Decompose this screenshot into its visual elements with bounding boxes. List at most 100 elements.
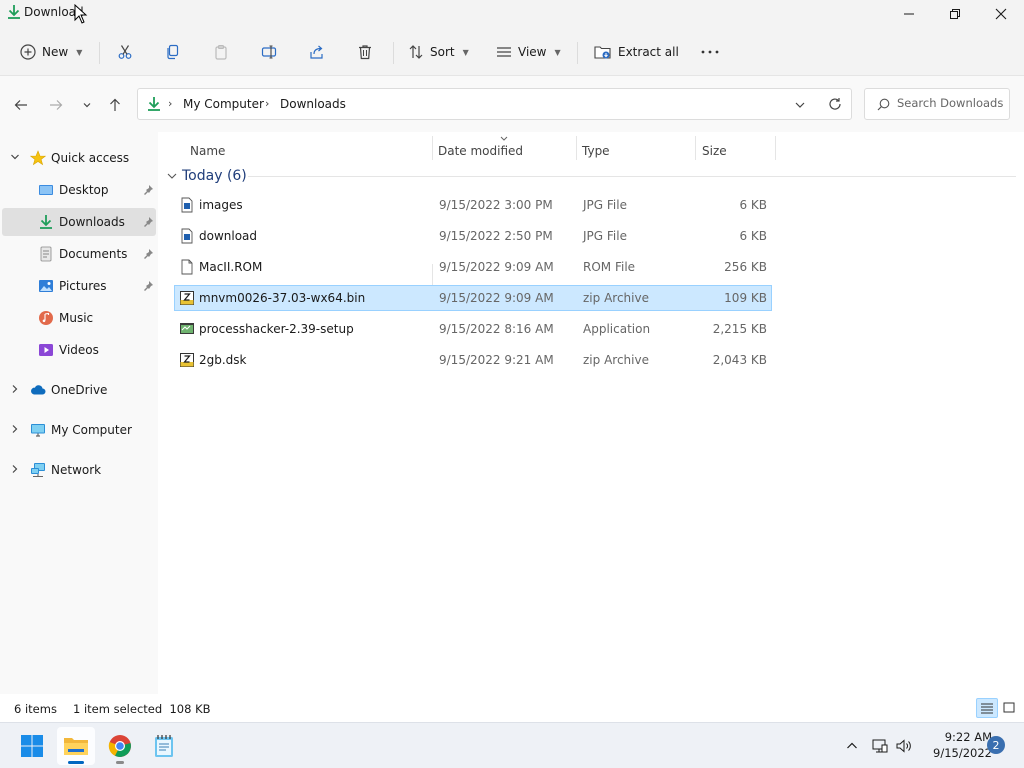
breadcrumb-downloads[interactable]: Downloads [280, 97, 346, 111]
file-date: 9/15/2022 9:09 AM [439, 291, 554, 305]
extract-all-button[interactable]: Extract all [594, 38, 679, 66]
column-header-name[interactable]: Name [190, 138, 430, 164]
sidebar-item-label: Documents [59, 247, 128, 261]
arrow-left-icon [14, 100, 27, 110]
chevron-right-icon[interactable] [10, 384, 20, 394]
file-date: 9/15/2022 3:00 PM [439, 198, 553, 212]
file-type: JPG File [583, 229, 627, 243]
pin-icon [144, 185, 153, 195]
taskbar: 9:22 AM 9/15/2022 2 [0, 722, 1024, 768]
details-view-button[interactable] [976, 698, 998, 718]
system-clock[interactable]: 9:22 AM 9/15/2022 [920, 729, 992, 761]
sort-button[interactable]: Sort ▼ [408, 38, 469, 66]
chevron-down-icon[interactable] [794, 99, 806, 111]
file-row[interactable]: MacII.ROM 9/15/2022 9:09 AM ROM File 256… [174, 254, 772, 280]
column-header-label: Name [190, 144, 226, 158]
minimize-button[interactable] [886, 0, 932, 28]
sidebar-item-documents[interactable]: Documents [2, 240, 156, 268]
file-name: mnvm0026-37.03-wx64.bin [199, 291, 366, 305]
sidebar-item-downloads[interactable]: Downloads [2, 208, 156, 236]
item-count: 6 items [14, 702, 57, 716]
sidebar-item-label: Music [59, 311, 94, 325]
clipboard-icon [215, 44, 227, 60]
search-input[interactable] [897, 96, 1007, 110]
new-button[interactable]: New ▼ [20, 38, 82, 66]
delete-button[interactable] [357, 38, 373, 66]
column-header-size[interactable]: Size [702, 138, 774, 164]
cloud-icon [31, 385, 46, 395]
group-divider [248, 176, 1016, 177]
paste-button[interactable] [213, 38, 229, 66]
file-row[interactable]: processhacker-2.39-setup 9/15/2022 8:16 … [174, 316, 772, 342]
forward-button[interactable] [45, 94, 67, 116]
file-date: 9/15/2022 2:50 PM [439, 229, 553, 243]
back-button[interactable] [10, 94, 32, 116]
start-button[interactable] [13, 727, 51, 765]
file-name: MacII.ROM [199, 260, 263, 274]
share-icon [310, 45, 323, 59]
sidebar-item-pictures[interactable]: Pictures [2, 272, 156, 300]
desktop-icon [39, 185, 53, 195]
computer-icon [31, 424, 45, 437]
folder-icon [64, 738, 88, 755]
address-bar[interactable]: › My Computer › Downloads [137, 88, 852, 120]
taskbar-notepad[interactable] [145, 727, 183, 765]
clock-date: 9/15/2022 [933, 746, 992, 760]
view-button[interactable]: View ▼ [496, 38, 561, 66]
recent-locations-button[interactable] [76, 94, 98, 116]
notification-badge[interactable]: 2 [987, 736, 1005, 754]
sidebar-item-desktop[interactable]: Desktop [2, 176, 156, 204]
column-header-type[interactable]: Type [582, 138, 692, 164]
column-header-label: Size [702, 144, 727, 158]
sidebar-item-my-computer[interactable]: My Computer [2, 416, 156, 444]
title-bar: Download [0, 0, 1024, 28]
sidebar-item-network[interactable]: Network [2, 456, 156, 484]
file-row-selected[interactable]: mnvm0026-37.03-wx64.bin 9/15/2022 9:09 A… [174, 285, 772, 311]
navigation-pane: Quick access Desktop Downloads Documents… [0, 132, 158, 694]
file-row[interactable]: images 9/15/2022 3:00 PM JPG File 6 KB [174, 192, 772, 218]
maximize-button[interactable] [932, 0, 978, 28]
sidebar-item-label: Pictures [59, 279, 107, 293]
extract-archive-icon [594, 46, 611, 59]
chevron-right-icon[interactable] [10, 464, 20, 474]
network-status-button[interactable] [871, 737, 889, 755]
minimize-icon [904, 13, 914, 15]
refresh-icon[interactable] [828, 97, 842, 111]
rename-button[interactable] [261, 38, 277, 66]
copy-button[interactable] [165, 38, 181, 66]
file-size: 6 KB [739, 198, 767, 212]
group-header-label: Today (6) [182, 168, 247, 184]
file-size: 2,215 KB [712, 322, 767, 336]
divider [393, 42, 394, 64]
taskbar-file-explorer[interactable] [57, 727, 95, 765]
sidebar-item-quick-access[interactable]: Quick access [2, 144, 156, 172]
chevron-down-icon[interactable] [10, 152, 20, 162]
sidebar-item-onedrive[interactable]: OneDrive [2, 376, 156, 404]
search-box[interactable] [864, 88, 1010, 120]
file-row[interactable]: 2gb.dsk 9/15/2022 9:21 AM zip Archive 2,… [174, 347, 772, 373]
file-date: 9/15/2022 9:21 AM [439, 353, 554, 367]
file-type: zip Archive [583, 291, 649, 305]
taskbar-chrome[interactable] [101, 727, 139, 765]
breadcrumb-my-computer[interactable]: My Computer [183, 97, 264, 111]
share-button[interactable] [309, 38, 325, 66]
column-header-date-modified[interactable]: Date modified [438, 136, 576, 164]
extract-all-label: Extract all [618, 45, 679, 59]
large-icons-view-button[interactable] [998, 698, 1020, 718]
sidebar-item-videos[interactable]: Videos [2, 336, 156, 364]
command-bar: New ▼ Sort ▼ View ▼ Extract all [0, 28, 1024, 76]
chevron-right-icon[interactable] [10, 424, 20, 434]
cut-button[interactable] [117, 38, 133, 66]
close-button[interactable] [978, 0, 1024, 28]
volume-button[interactable] [895, 737, 913, 755]
sidebar-item-music[interactable]: Music [2, 304, 156, 332]
file-type: ROM File [583, 260, 636, 274]
up-button[interactable] [104, 94, 126, 116]
group-header-today[interactable]: Today (6) [166, 166, 247, 186]
more-options-button[interactable] [700, 38, 720, 66]
sidebar-item-label: Network [51, 463, 102, 477]
zip-archive-icon [180, 353, 194, 367]
file-list: Name Date modified Type Size Today (6) i… [160, 132, 1024, 694]
show-hidden-icons-button[interactable] [843, 737, 861, 755]
file-row[interactable]: download 9/15/2022 2:50 PM JPG File 6 KB [174, 223, 772, 249]
